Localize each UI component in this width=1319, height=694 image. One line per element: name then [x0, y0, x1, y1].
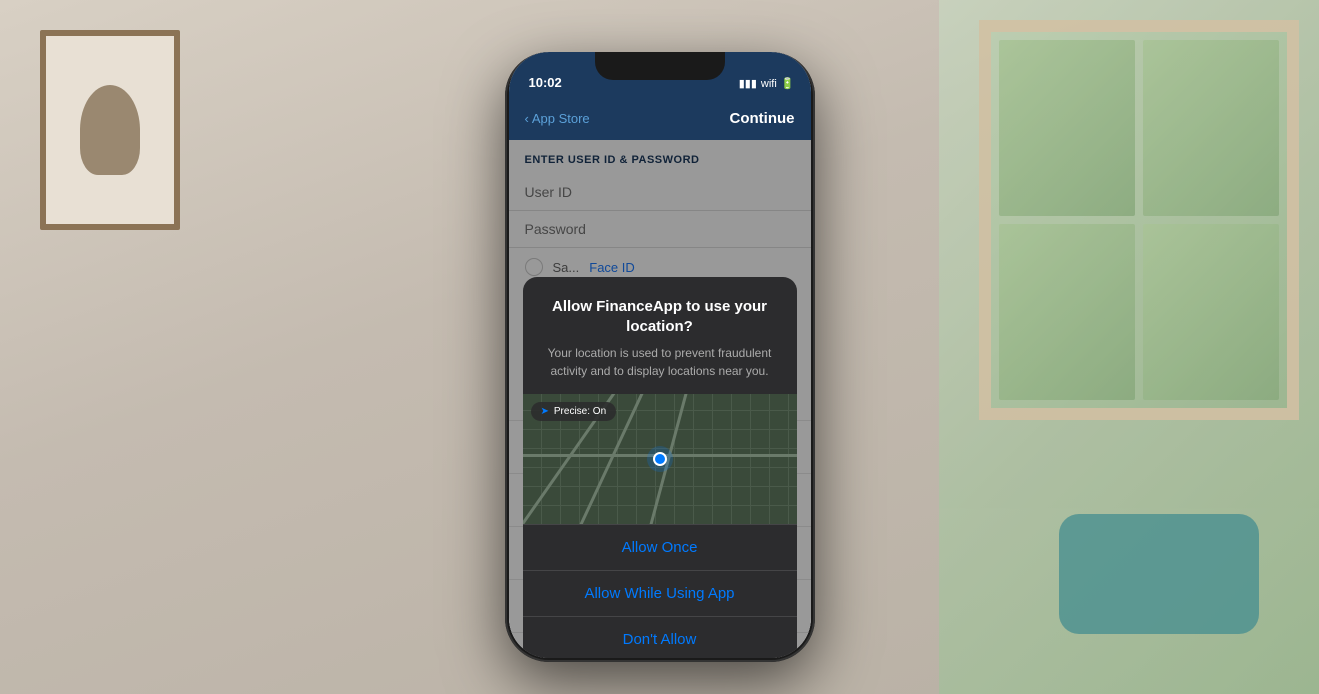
precise-arrow-icon: ➤	[541, 406, 549, 417]
permission-dialog: Allow FinanceApp to use your location? Y…	[523, 277, 797, 658]
cushion	[1059, 514, 1259, 634]
art-shape	[80, 85, 140, 175]
window-frame	[979, 20, 1299, 420]
precise-badge: ➤ Precise: On	[531, 402, 617, 421]
window-pane-4	[1143, 224, 1279, 400]
wall-art	[46, 36, 174, 224]
dialog-header: Allow FinanceApp to use your location? Y…	[523, 277, 797, 394]
signal-icon: ▮▮▮	[739, 77, 757, 90]
allow-while-using-button[interactable]: Allow While Using App	[523, 570, 797, 616]
phone: 10:02 ▮▮▮ wifi 🔋 ‹ App Store Continue	[505, 52, 815, 662]
window-pane-3	[999, 224, 1135, 400]
back-button[interactable]: ‹ App Store	[525, 111, 590, 126]
wifi-icon: wifi	[761, 78, 777, 90]
precise-label: Precise: On	[554, 406, 606, 417]
window-pane-2	[1143, 40, 1279, 216]
battery-icon: 🔋	[781, 77, 795, 90]
phone-screen: 10:02 ▮▮▮ wifi 🔋 ‹ App Store Continue	[509, 52, 811, 658]
status-icons: ▮▮▮ wifi 🔋	[739, 65, 795, 90]
dont-allow-button[interactable]: Don't Allow	[523, 616, 797, 658]
location-map: ➤ Precise: On	[523, 394, 797, 524]
location-dot	[653, 452, 667, 466]
back-chevron-icon: ‹	[525, 111, 529, 126]
back-label: App Store	[532, 111, 590, 126]
window-pane-1	[999, 40, 1135, 216]
dialog-title: Allow FinanceApp to use your location?	[539, 297, 781, 336]
scene-container: 10:02 ▮▮▮ wifi 🔋 ‹ App Store Continue	[360, 0, 960, 694]
wall-art-frame	[40, 30, 180, 230]
nav-continue-button[interactable]: Continue	[590, 110, 795, 127]
nav-bar: ‹ App Store Continue	[509, 96, 811, 140]
allow-once-button[interactable]: Allow Once	[523, 524, 797, 570]
dialog-body: Your location is used to prevent fraudul…	[539, 344, 781, 380]
phone-notch	[595, 52, 725, 80]
hand-container: 10:02 ▮▮▮ wifi 🔋 ‹ App Store Continue	[410, 0, 910, 694]
